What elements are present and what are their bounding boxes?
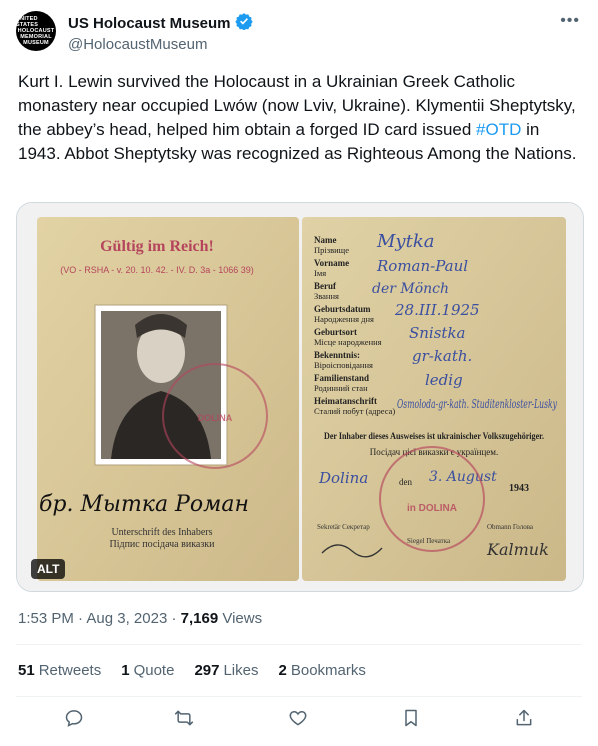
svg-text:Familienstand: Familienstand	[314, 373, 369, 383]
tweet-text: Kurt I. Lewin survived the Holocaust in …	[18, 70, 584, 166]
holder-signature: бр. Мытка Роман	[39, 492, 249, 517]
display-name[interactable]: US Holocaust Museum	[68, 15, 231, 32]
separator: ·	[171, 610, 177, 627]
svg-text:DOLINA: DOLINA	[198, 413, 233, 423]
time[interactable]: 1:53 PM	[18, 610, 74, 627]
svg-text:Osmoloda-gr-kath. Studitenklos: Osmoloda-gr-kath. Studitenkloster-Lusky	[397, 397, 557, 411]
svg-text:der Mönch: der Mönch	[372, 281, 449, 297]
svg-text:ledig: ledig	[425, 371, 463, 389]
avatar-line: UNITED STATES	[16, 16, 39, 28]
stamp-text: in DOLINA	[407, 503, 457, 514]
svg-text:Name: Name	[314, 235, 337, 245]
date-label: den	[399, 477, 412, 487]
year: 1943	[509, 483, 529, 494]
reply-icon[interactable]	[56, 700, 92, 736]
svg-text:Місце народження: Місце народження	[314, 337, 382, 347]
views-count: 7,169	[180, 610, 219, 627]
avatar-line: MUSEUM	[23, 40, 49, 46]
footer-label: Obmann Голова	[487, 523, 534, 531]
action-bar	[16, 700, 582, 744]
quotes-stat[interactable]: 1 Quote	[121, 662, 174, 679]
account-names: US Holocaust Museum @HolocaustMuseum	[68, 12, 253, 53]
svg-text:Bekenntnis:: Bekenntnis:	[314, 350, 360, 360]
svg-text:gr-kath.: gr-kath.	[412, 347, 472, 365]
more-icon[interactable]: •••	[560, 12, 580, 30]
hashtag-link[interactable]: #OTD	[476, 120, 521, 139]
notice-ua: Посідач цієї виказки є українцем.	[370, 447, 498, 457]
svg-text:Geburtsdatum: Geburtsdatum	[314, 304, 371, 314]
svg-text:Roman-Paul: Roman-Paul	[376, 257, 468, 275]
svg-text:Звання: Звання	[314, 291, 339, 301]
views-label: Views	[222, 610, 263, 627]
svg-text:Beruf: Beruf	[314, 281, 337, 291]
engagement-stats: 51 Retweets 1 Quote 297 Likes 2 Bookmarks	[18, 662, 366, 679]
id-card-photo: Gültig im Reich! (VO - RSHA - v. 20. 10.…	[17, 203, 583, 591]
retweet-icon[interactable]	[166, 700, 202, 736]
footer-label: Sekretär Секретар	[317, 523, 370, 531]
verified-badge-icon	[234, 12, 253, 34]
handle[interactable]: @HolocaustMuseum	[68, 36, 253, 53]
tweet-header: UNITED STATES HOLOCAUST MEMORIAL MUSEUM …	[16, 10, 582, 60]
official-signature: Kalmuk	[486, 540, 549, 559]
place: Dolina	[318, 469, 368, 487]
svg-text:Імя: Імя	[314, 268, 326, 278]
footer-label: Siegel Печатка	[407, 537, 451, 545]
svg-text:Geburtsort: Geburtsort	[314, 327, 357, 337]
svg-text:Народження дня: Народження дня	[314, 314, 374, 324]
bookmark-icon[interactable]	[393, 700, 429, 736]
heart-icon[interactable]	[280, 700, 316, 736]
svg-text:Snistka: Snistka	[409, 324, 466, 342]
reference-line: (VO - RSHA - v. 20. 10. 42. - IV. D. 3a …	[60, 265, 254, 275]
svg-text:28.III.1925: 28.III.1925	[394, 301, 480, 319]
divider	[16, 696, 582, 697]
svg-text:Heimatanschrift: Heimatanschrift	[314, 396, 377, 406]
tweet-media[interactable]: Gültig im Reich! (VO - RSHA - v. 20. 10.…	[16, 202, 584, 592]
svg-text:Vorname: Vorname	[314, 258, 349, 268]
notice-de: Der Inhaber dieses Ausweises ist ukraini…	[324, 431, 544, 441]
likes-stat[interactable]: 297 Likes	[194, 662, 258, 679]
svg-text:Віроісповідання: Віроісповідання	[314, 360, 373, 370]
divider	[16, 644, 582, 645]
alt-badge[interactable]: ALT	[31, 559, 66, 579]
svg-text:Прізвище: Прізвище	[314, 245, 349, 255]
separator: ·	[78, 610, 84, 627]
signature-caption-ua: Підпис посідача виказки	[109, 539, 215, 550]
timestamp-row: 1:53 PM · Aug 3, 2023 · 7,169 Views	[18, 610, 262, 627]
date-value: 3. August	[429, 469, 497, 485]
svg-text:Сталий побут (адреса): Сталий побут (адреса)	[314, 406, 395, 416]
stamp-title: Gültig im Reich!	[100, 238, 214, 255]
bookmarks-stat[interactable]: 2 Bookmarks	[279, 662, 366, 679]
share-icon[interactable]	[506, 700, 542, 736]
svg-text:Mytka: Mytka	[376, 231, 434, 252]
avatar[interactable]: UNITED STATES HOLOCAUST MEMORIAL MUSEUM	[16, 11, 56, 51]
date[interactable]: Aug 3, 2023	[86, 610, 167, 627]
svg-text:Родинний стан: Родинний стан	[314, 383, 368, 393]
retweets-stat[interactable]: 51 Retweets	[18, 662, 101, 679]
display-name-row[interactable]: US Holocaust Museum	[68, 12, 253, 34]
signature-caption-de: Unterschrift des Inhabers	[111, 527, 212, 538]
